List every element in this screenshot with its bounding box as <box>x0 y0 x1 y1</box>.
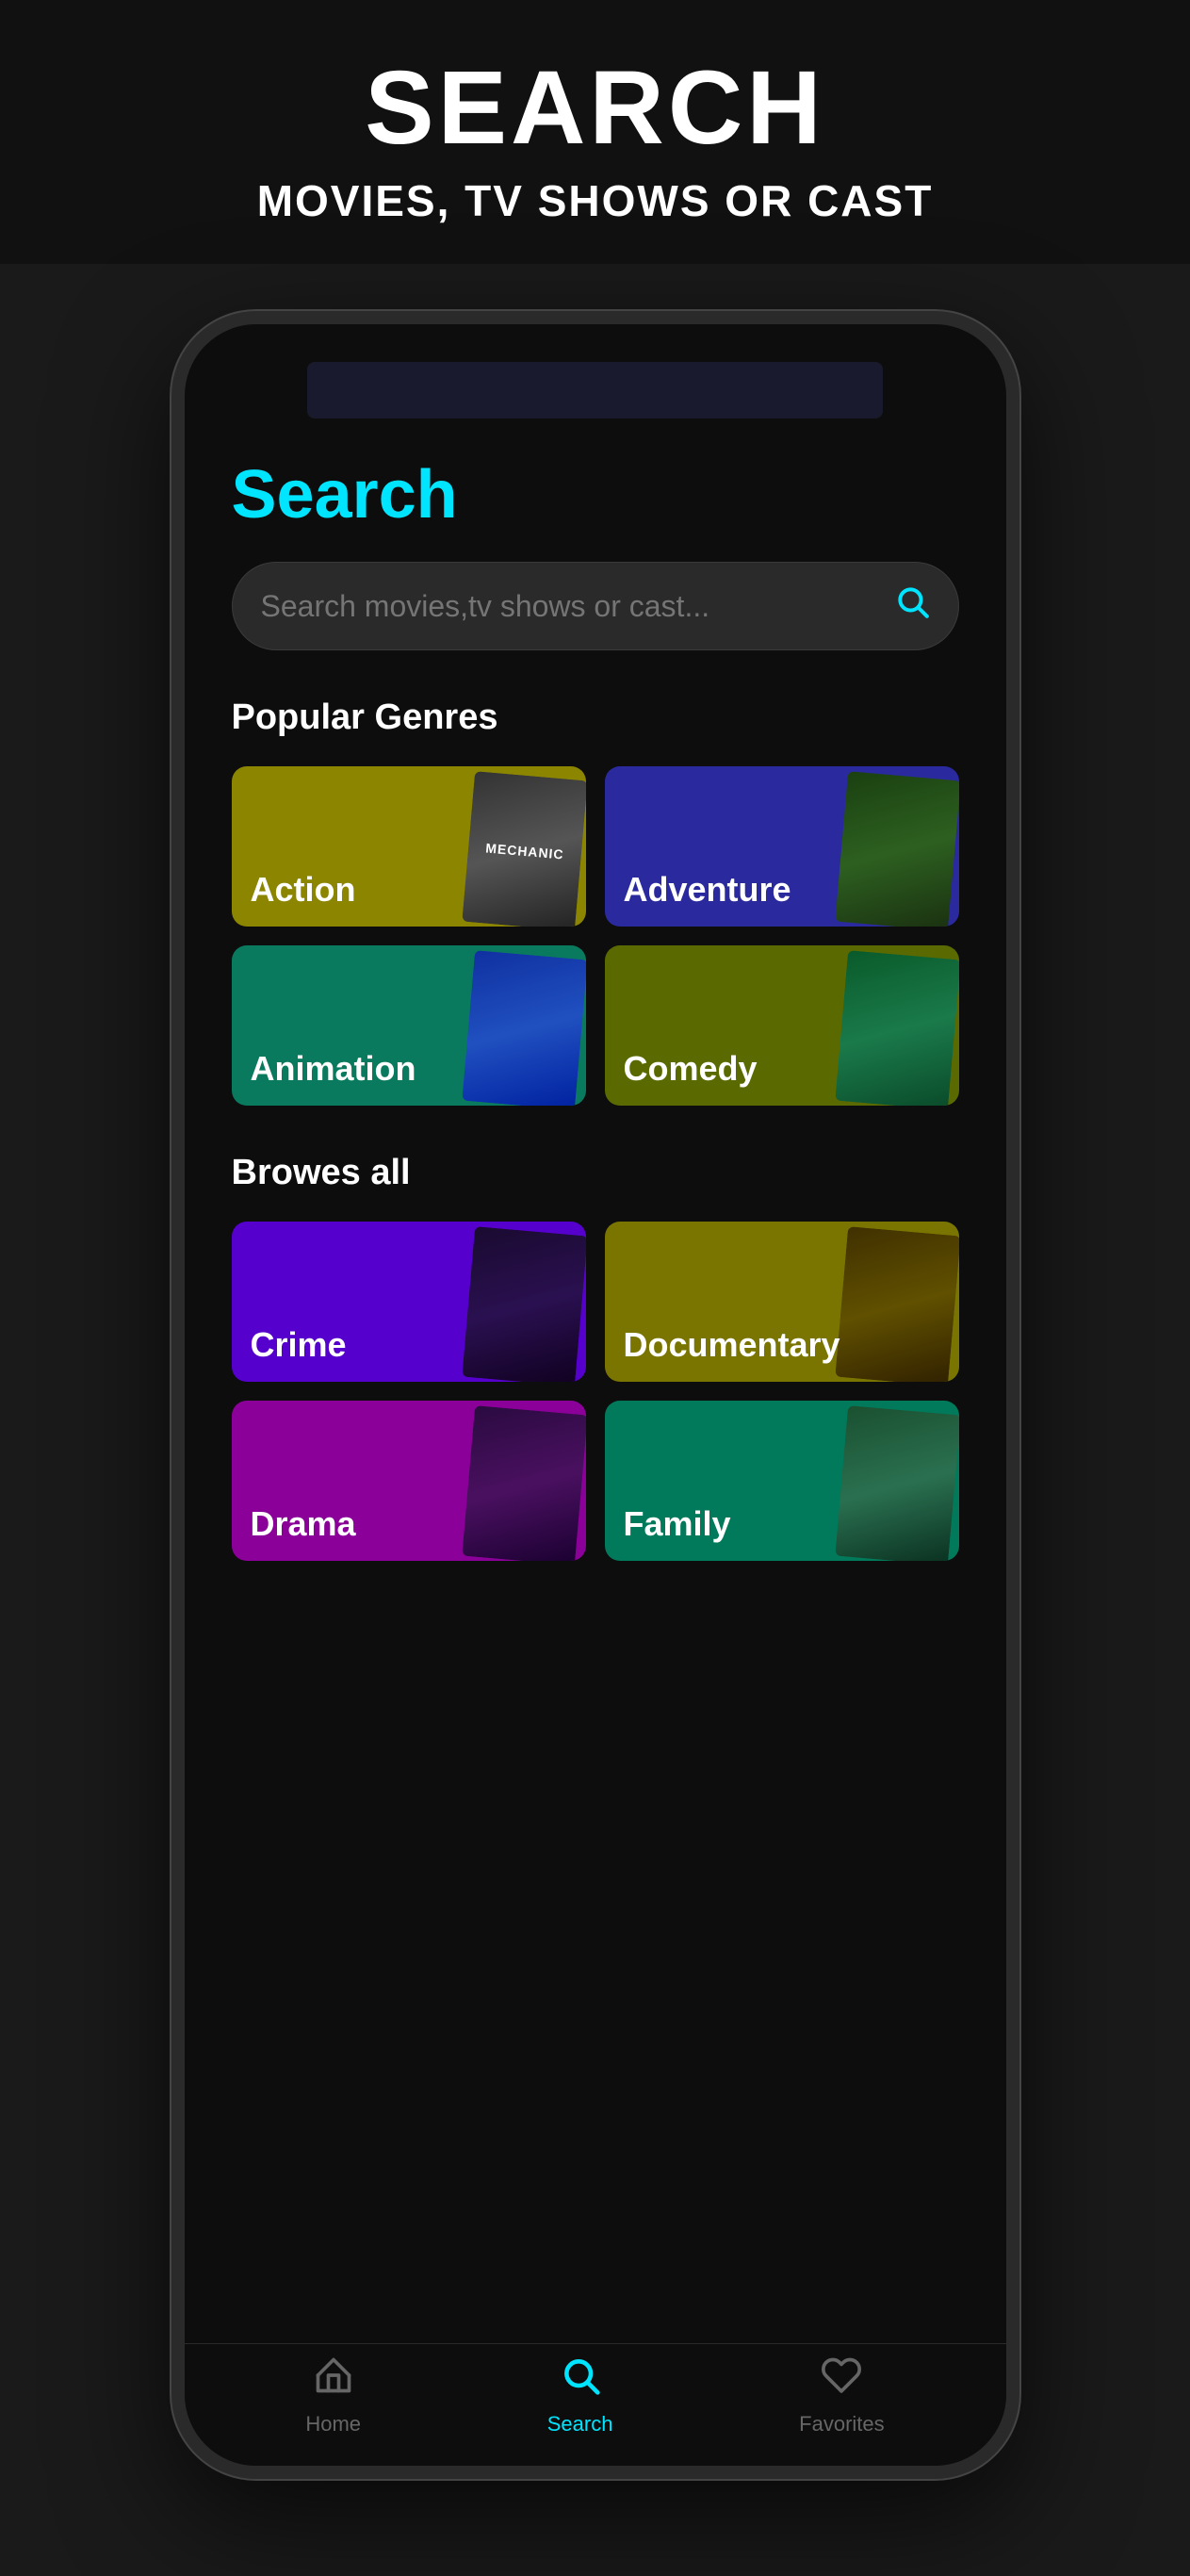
genre-card-drama[interactable]: Drama <box>232 1401 586 1561</box>
genre-card-documentary[interactable]: Documentary <box>605 1222 959 1382</box>
genre-label-drama: Drama <box>251 1504 356 1544</box>
search-bar[interactable] <box>232 562 959 650</box>
genre-label-crime: Crime <box>251 1325 347 1365</box>
genre-card-action[interactable]: Action <box>232 766 586 927</box>
browse-all-label: Browes all <box>232 1153 959 1193</box>
home-icon <box>313 2354 354 2406</box>
search-nav-icon <box>560 2354 601 2406</box>
poster-documentary <box>835 1226 959 1382</box>
poster-comedy <box>835 950 959 1106</box>
phone-notch <box>307 362 882 418</box>
nav-item-home[interactable]: Home <box>305 2354 361 2437</box>
genre-label-family: Family <box>624 1504 731 1544</box>
popular-genres-grid: Action Adventure Animation <box>232 766 959 1106</box>
genre-label-documentary: Documentary <box>624 1325 840 1365</box>
search-heading: Search <box>232 456 959 533</box>
bottom-nav: Home Search Favorites <box>185 2343 1006 2466</box>
phone-side-btn-right <box>1010 701 1019 814</box>
poster-crime <box>462 1226 586 1382</box>
poster-animation <box>462 950 586 1106</box>
poster-drama <box>462 1405 586 1561</box>
nav-label-home: Home <box>305 2412 361 2437</box>
genre-label-animation: Animation <box>251 1049 416 1089</box>
genre-label-adventure: Adventure <box>624 870 791 910</box>
poster-family <box>835 1405 959 1561</box>
nav-item-search[interactable]: Search <box>547 2354 613 2437</box>
search-icon[interactable] <box>894 583 930 629</box>
genre-card-animation[interactable]: Animation <box>232 945 586 1106</box>
genre-label-action: Action <box>251 870 356 910</box>
genre-card-crime[interactable]: Crime <box>232 1222 586 1382</box>
poster-adventure <box>835 771 959 927</box>
favorites-icon <box>821 2354 862 2406</box>
nav-item-favorites[interactable]: Favorites <box>799 2354 884 2437</box>
popular-genres-label: Popular Genres <box>232 697 959 738</box>
genre-card-comedy[interactable]: Comedy <box>605 945 959 1106</box>
phone-side-btn-3 <box>171 777 181 852</box>
poster-action <box>462 771 586 927</box>
banner-title: SEARCH <box>38 57 1152 160</box>
phone-side-btn-1 <box>171 607 181 664</box>
browse-all-grid: Crime Documentary Drama <box>232 1222 959 1561</box>
top-banner: SEARCH MOVIES, TV SHOWS OR CAST <box>0 0 1190 264</box>
search-input[interactable] <box>261 589 894 624</box>
nav-label-favorites: Favorites <box>799 2412 884 2437</box>
phone-frame: Search Popular Genres Action <box>171 311 1019 2479</box>
genre-card-adventure[interactable]: Adventure <box>605 766 959 927</box>
screen-content: Search Popular Genres Action <box>185 418 1006 1721</box>
genre-label-comedy: Comedy <box>624 1049 758 1089</box>
banner-subtitle: MOVIES, TV SHOWS OR CAST <box>38 175 1152 226</box>
nav-label-search: Search <box>547 2412 613 2437</box>
phone-side-btn-2 <box>171 682 181 758</box>
genre-card-family[interactable]: Family <box>605 1401 959 1561</box>
